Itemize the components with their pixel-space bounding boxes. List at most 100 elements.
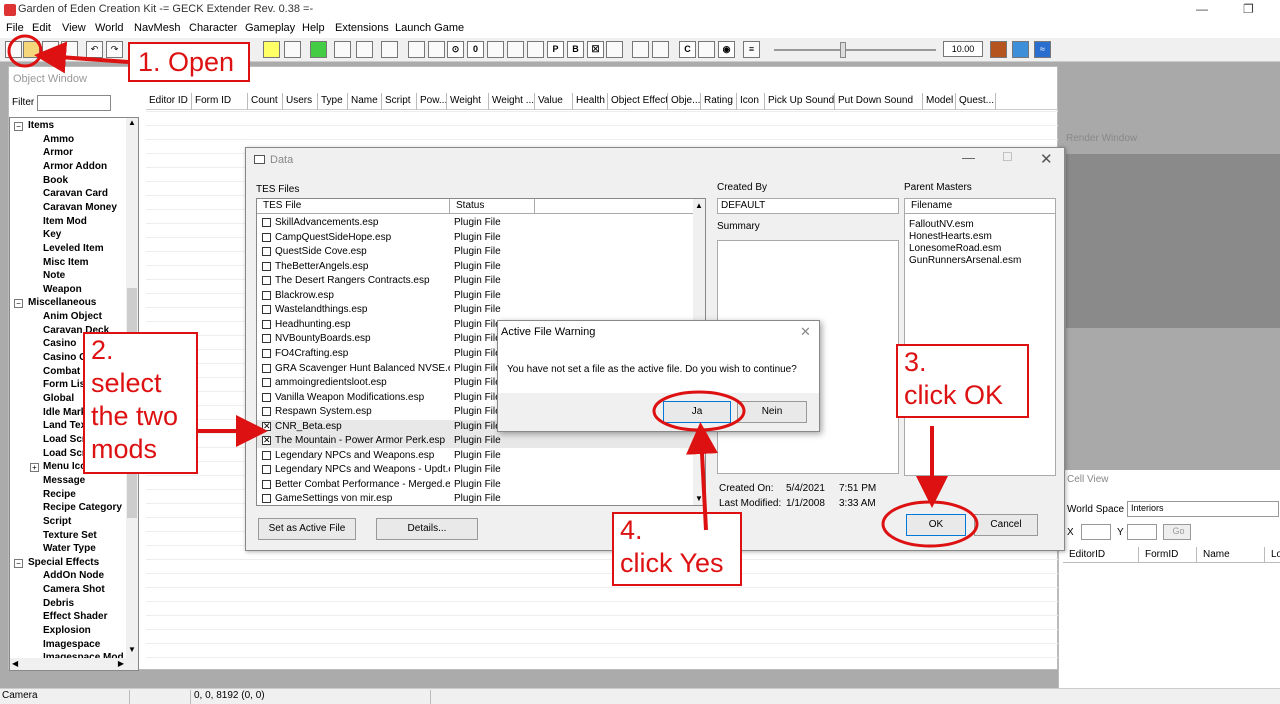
tree-item[interactable]: Armor Addon [43, 161, 107, 172]
zero-icon[interactable]: 0 [467, 41, 484, 58]
col-name[interactable]: Name [1197, 547, 1265, 563]
new-icon[interactable] [5, 41, 22, 58]
sky-texture-icon[interactable] [1012, 41, 1029, 58]
file-checkbox[interactable]: ✕ [262, 436, 271, 446]
b-icon[interactable]: B [567, 41, 584, 58]
zoom-slider-thumb[interactable] [840, 42, 846, 58]
tool-icon[interactable] [632, 41, 649, 58]
column-header[interactable]: Model [923, 93, 956, 110]
disc-icon[interactable]: ◉ [718, 41, 735, 58]
column-header[interactable]: Icon [737, 93, 765, 110]
restore-button[interactable]: ❐ [1243, 2, 1254, 16]
column-header[interactable]: Pick Up Sound [765, 93, 835, 110]
p-icon[interactable]: P [547, 41, 564, 58]
menu-navmesh[interactable]: NavMesh [134, 22, 180, 34]
file-checkbox[interactable] [262, 363, 271, 373]
file-checkbox[interactable] [262, 407, 271, 417]
tree-expander[interactable]: − [14, 122, 23, 131]
file-row[interactable]: QuestSide Cove.esp Plugin File [257, 245, 694, 259]
file-row[interactable]: CampQuestSideHope.esp Plugin File [257, 231, 694, 245]
tree-item[interactable]: Note [43, 270, 65, 281]
water-icon[interactable]: ≈ [1034, 41, 1051, 58]
filter-input[interactable] [37, 95, 111, 111]
render-viewport[interactable] [1066, 154, 1280, 328]
minimize-button[interactable]: — [962, 150, 975, 165]
column-header[interactable]: Weight [447, 93, 489, 110]
file-row[interactable]: Legendary NPCs and Weapons - Updt.esp Plu… [257, 463, 694, 477]
tree-category[interactable]: Special Effects [28, 557, 99, 568]
column-header[interactable]: Object Effect [608, 93, 668, 110]
yes-button[interactable]: Ja [663, 401, 731, 423]
column-header[interactable]: Quest... [956, 93, 996, 110]
tree-item[interactable]: Key [43, 229, 61, 240]
cancel-button[interactable]: Cancel [974, 514, 1038, 536]
file-checkbox[interactable] [262, 290, 271, 300]
file-checkbox[interactable] [262, 305, 271, 315]
cube-icon[interactable] [408, 41, 425, 58]
menu-extensions[interactable]: Extensions [335, 22, 389, 34]
tree-item[interactable]: Water Type [43, 543, 96, 554]
tree-expander[interactable]: − [14, 558, 23, 568]
file-checkbox[interactable] [262, 450, 271, 460]
column-header[interactable]: Editor ID [146, 93, 192, 110]
brick-icon[interactable] [990, 41, 1007, 58]
save-icon[interactable] [42, 41, 59, 58]
box-icon[interactable] [507, 41, 524, 58]
cube-icon[interactable] [698, 41, 715, 58]
tree-item[interactable]: Misc Item [43, 257, 89, 268]
close-icon[interactable]: ✕ [800, 324, 811, 340]
file-checkbox[interactable] [262, 348, 271, 358]
menu-edit[interactable]: Edit [32, 22, 51, 34]
col-tes-file[interactable]: TES File [257, 199, 450, 214]
pencil-icon[interactable] [356, 41, 373, 58]
menu-character[interactable]: Character [189, 22, 237, 34]
column-header[interactable]: Weight ... [489, 93, 535, 110]
file-checkbox[interactable] [262, 218, 271, 227]
menu-view[interactable]: View [62, 22, 86, 34]
col-status[interactable]: Status [450, 199, 535, 214]
file-row[interactable]: ✕ The Mountain - Power Armor Perk.esp Plug… [257, 434, 694, 449]
tree-item[interactable]: Weapon [43, 284, 82, 295]
created-by-field[interactable]: DEFAULT [717, 198, 899, 214]
col-editorid[interactable]: EditorID [1063, 547, 1139, 563]
tree-item[interactable]: Imagespace [43, 639, 100, 650]
column-header[interactable]: Name [348, 93, 382, 110]
cube-icon[interactable] [428, 41, 445, 58]
grid-icon[interactable] [487, 41, 504, 58]
master-item[interactable]: LonesomeRoad.esm [909, 243, 1001, 254]
tree-item[interactable]: Debris [43, 598, 74, 609]
tree-item[interactable]: Global [43, 393, 74, 404]
column-header[interactable]: Form ID [192, 93, 248, 110]
column-header[interactable]: Users [283, 93, 318, 110]
tree-item[interactable]: Explosion [43, 625, 91, 636]
ok-button[interactable]: OK [906, 514, 966, 536]
file-row[interactable]: The Desert Rangers Contracts.esp Plugin F… [257, 274, 694, 288]
tree-category[interactable]: Miscellaneous [28, 297, 96, 308]
col-formid[interactable]: FormID [1139, 547, 1197, 563]
redo-icon[interactable]: ↷ [106, 41, 123, 58]
tree-expander[interactable]: − [14, 299, 23, 309]
file-checkbox[interactable] [262, 479, 271, 489]
world-space-select[interactable]: Interiors [1127, 501, 1279, 517]
details-button[interactable]: Details... [376, 518, 478, 540]
tree-item[interactable]: Caravan Money [43, 202, 117, 213]
column-header[interactable]: Value [535, 93, 573, 110]
maximize-button[interactable]: ☐ [1002, 150, 1013, 164]
tree-item[interactable]: Caravan Card [43, 188, 108, 199]
undo-icon[interactable]: ↶ [86, 41, 103, 58]
tree-item[interactable]: Texture Set [43, 530, 97, 541]
sky-icon[interactable] [284, 41, 301, 58]
column-header[interactable]: Obje... [668, 93, 701, 110]
column-header[interactable]: Count [248, 93, 283, 110]
file-row[interactable]: SkillAdvancements.esp Plugin File [257, 216, 694, 230]
tree-item[interactable]: Book [43, 175, 68, 186]
set-active-file-button[interactable]: Set as Active File [258, 518, 356, 540]
tree-item[interactable]: Camera Shot [43, 584, 105, 595]
axis-icon[interactable] [381, 41, 398, 58]
tree-item[interactable]: Script [43, 516, 71, 527]
c-icon[interactable]: C [679, 41, 696, 58]
x-box-icon[interactable]: ☒ [587, 41, 604, 58]
file-row[interactable]: Wastelandthings.esp Plugin File [257, 303, 694, 317]
zoom-slider-track[interactable] [774, 49, 936, 51]
target-icon[interactable]: ⊙ [447, 41, 464, 58]
